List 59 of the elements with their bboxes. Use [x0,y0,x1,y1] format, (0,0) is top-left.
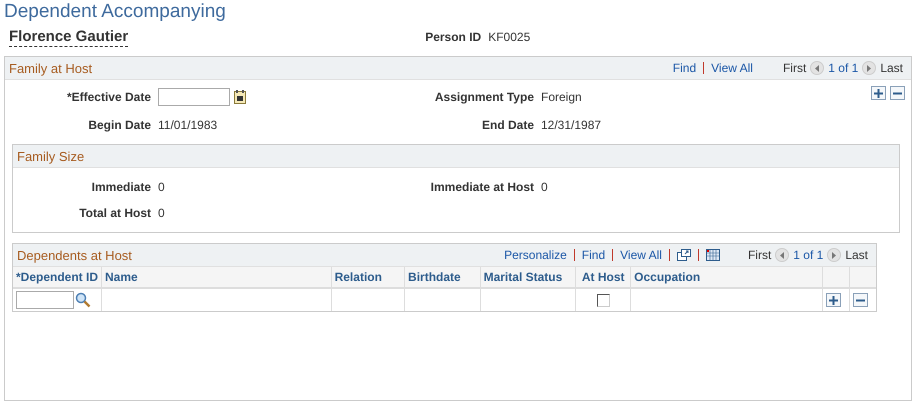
grid-title: Dependents at Host [17,248,132,262]
field-value: 0 [541,180,549,194]
delete-row-button[interactable] [852,293,868,307]
field-value: 0 [158,206,166,220]
field-label: Immediate [92,180,151,194]
calendar-icon[interactable] [234,90,246,104]
add-row-button[interactable] [871,86,886,100]
next-button[interactable] [862,61,876,75]
find-link[interactable]: Find [582,248,606,262]
find-link[interactable]: Find [672,61,696,75]
column-header: Occupation [630,267,822,288]
last-label: Last [845,248,868,262]
field-label: Immediate at Host [430,180,534,194]
personalize-link[interactable]: Personalize [504,248,567,262]
field-label: Begin Date [88,118,151,132]
column-header: Name [102,267,332,288]
field-label: End Date [482,118,534,132]
field-value: 12/31/1987 [541,118,602,132]
previous-button[interactable] [775,248,790,262]
column-header: At Host [576,267,631,288]
page-title: Dependent Accompanying [3,0,227,24]
last-label: Last [880,61,903,75]
left-triangle-icon [814,64,820,72]
field-value: 11/01/1983 [158,118,218,132]
first-label: First [782,61,806,75]
new-window-icon[interactable] [676,249,691,261]
field-label: *Effective Date [66,90,151,104]
dependent-id-field[interactable] [16,291,74,309]
first-label: First [748,248,772,262]
next-button[interactable] [827,248,842,262]
right-triangle-icon [866,64,872,72]
date-field[interactable] [158,88,230,106]
view-all-link[interactable]: View All [620,248,662,262]
delete-row-button[interactable] [890,86,905,100]
plus-icon [828,296,838,304]
person-name: Florence Gautier [9,28,128,47]
field-label: Assignment Type [434,90,534,104]
view-all-link[interactable]: View All [711,61,753,75]
column-header: *Dependent ID [13,267,102,288]
page-count-text: 1 of 1 [793,248,824,262]
section-title: Family at Host [9,60,92,76]
search-icon[interactable] [75,292,91,308]
left-triangle-icon [779,252,786,258]
field-label: Total at Host [79,206,151,220]
field-value: 0 [158,180,166,194]
at-host-checkbox[interactable] [596,294,610,308]
section-title: Family Size [17,148,84,164]
add-row-button[interactable] [826,293,841,307]
right-triangle-icon [831,252,838,258]
column-header: Marital Status [480,267,576,288]
previous-button[interactable] [810,61,824,75]
plus-icon [874,88,883,98]
column-header: Relation [331,267,405,288]
column-header: Birthdate [404,267,480,288]
spreadsheet-icon[interactable] [706,249,720,261]
field-value: KF0025 [488,30,530,44]
page-count-text: 1 of 1 [828,61,858,75]
field-label: Person ID [425,30,482,44]
field-value: Foreign [541,90,583,104]
